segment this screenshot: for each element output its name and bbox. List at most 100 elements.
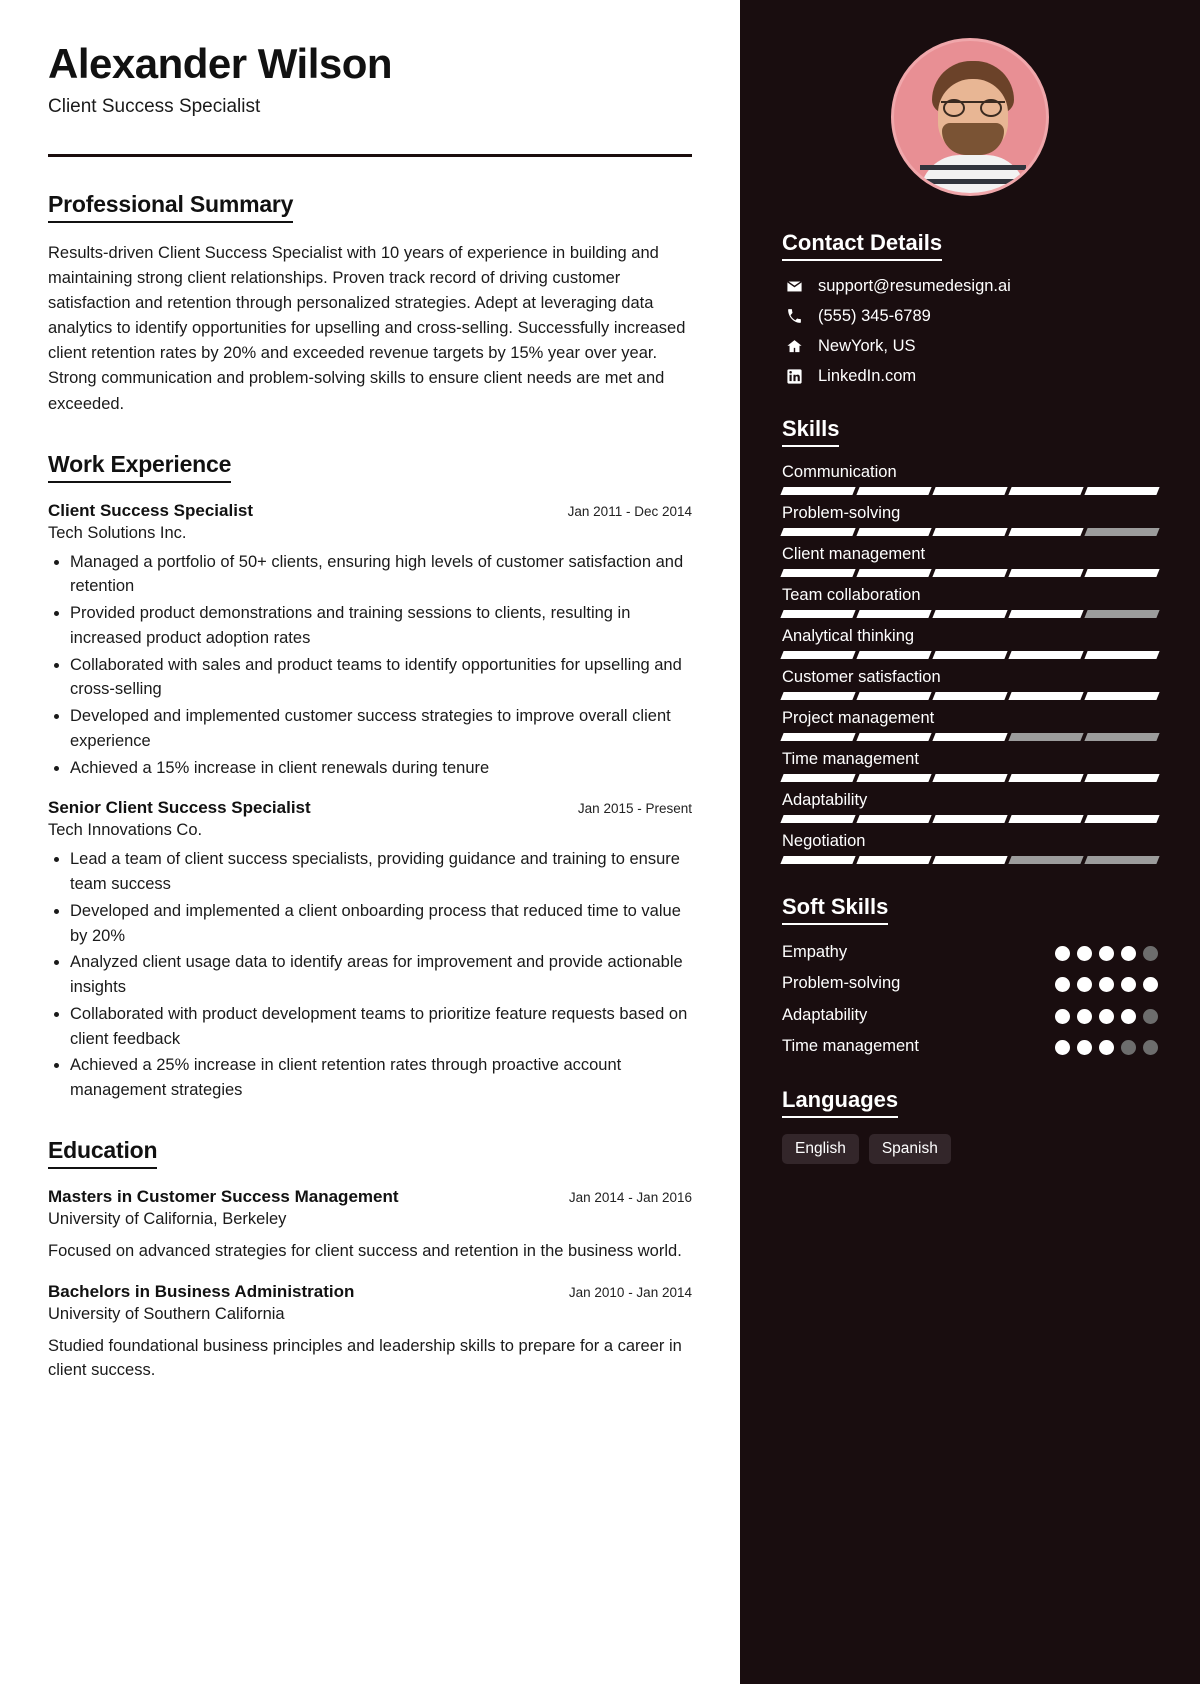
soft-skill-row: Empathy (782, 941, 1158, 963)
contact-item[interactable]: LinkedIn.com (782, 367, 1158, 386)
contact-value: support@resumedesign.ai (818, 277, 1011, 295)
work-company: Tech Innovations Co. (48, 821, 203, 840)
soft-skill-label: Empathy (782, 943, 848, 961)
work-bullet: Achieved a 25% increase in client retent… (70, 1053, 692, 1103)
skill-segment (780, 856, 856, 864)
soft-skill-rating (1055, 972, 1158, 993)
skill-segment (856, 692, 932, 700)
contact-item[interactable]: NewYork, US (782, 337, 1158, 356)
section-soft-skills: Soft Skills Empathy Problem-solving Adap… (782, 894, 1158, 1057)
soft-skill-dot (1055, 1039, 1070, 1055)
contact-item[interactable]: (555) 345-6789 (782, 307, 1158, 326)
skill-row: Project management (780, 709, 1160, 741)
avatar-container (782, 38, 1158, 196)
work-entry-header: Client Success Specialist Jan 2011 - Dec… (48, 501, 692, 521)
skill-segment (856, 569, 932, 577)
main-column: Alexander Wilson Client Success Speciali… (0, 0, 740, 1684)
soft-skill-dot (1055, 977, 1070, 993)
skill-meter (780, 528, 1160, 536)
soft-skill-dot (1077, 1039, 1092, 1055)
skill-segment (1084, 487, 1160, 495)
section-education: Education Masters in Customer Success Ma… (48, 1137, 692, 1383)
skill-meter (780, 610, 1160, 618)
skill-segment (1008, 774, 1084, 782)
skill-row: Problem-solving (780, 504, 1160, 536)
skill-row: Negotiation (780, 832, 1160, 864)
soft-skill-dot (1143, 946, 1158, 961)
soft-skill-dot (1099, 1039, 1114, 1055)
contact-value: (555) 345-6789 (818, 307, 931, 325)
soft-skill-dot (1121, 977, 1136, 993)
skill-label: Problem-solving (782, 504, 901, 522)
skill-row: Analytical thinking (780, 627, 1160, 659)
work-bullet: Analyzed client usage data to identify a… (70, 950, 692, 1000)
education-entry: Bachelors in Business Administration Jan… (48, 1282, 692, 1384)
work-date-range: Jan 2015 - Present (577, 801, 692, 817)
contact-list: support@resumedesign.ai (555) 345-6789 N… (782, 277, 1158, 386)
skill-meter (780, 487, 1160, 495)
education-entry: Masters in Customer Success Management J… (48, 1187, 692, 1264)
skill-meter (780, 815, 1160, 823)
contact-item[interactable]: support@resumedesign.ai (782, 277, 1158, 296)
skill-row: Time management (780, 750, 1160, 782)
skill-row: Communication (780, 463, 1160, 495)
skill-segment (1008, 692, 1084, 700)
work-entry-header: Senior Client Success Specialist Jan 201… (48, 798, 692, 818)
skill-segment (932, 815, 1008, 823)
section-heading-education: Education (48, 1137, 158, 1169)
skill-segment (856, 774, 932, 782)
skill-segment (1084, 774, 1160, 782)
education-entry-header: Masters in Customer Success Management J… (48, 1187, 692, 1207)
skill-segment (780, 651, 856, 659)
education-degree: Bachelors in Business Administration (48, 1281, 355, 1301)
skill-segment (780, 733, 856, 741)
skill-meter (780, 774, 1160, 782)
skill-segment (1084, 856, 1160, 864)
soft-skill-list: Empathy Problem-solving Adaptability Tim… (782, 941, 1158, 1057)
skill-segment (1084, 528, 1160, 536)
skill-segment (1008, 610, 1084, 618)
soft-skill-dot (1055, 1008, 1070, 1024)
skill-segment (932, 774, 1008, 782)
soft-skill-row: Time management (782, 1035, 1158, 1057)
soft-skill-label: Adaptability (782, 1005, 868, 1024)
skill-segment (1008, 815, 1084, 823)
work-date-range: Jan 2011 - Dec 2014 (567, 503, 692, 519)
skill-segment (1084, 651, 1160, 659)
skill-label: Negotiation (782, 832, 866, 850)
skill-segment (1008, 487, 1084, 495)
envelope-icon (782, 278, 806, 295)
skill-segment (780, 815, 856, 823)
avatar-glasses-right (980, 99, 1002, 117)
summary-text: Results-driven Client Success Specialist… (48, 244, 686, 413)
education-date-range: Jan 2010 - Jan 2014 (568, 1284, 692, 1300)
section-heading-soft-skills: Soft Skills (782, 894, 889, 925)
contact-value: LinkedIn.com (818, 367, 917, 385)
soft-skill-dot (1143, 1008, 1158, 1024)
skill-segment (932, 528, 1008, 536)
work-entry: Senior Client Success Specialist Jan 201… (48, 798, 692, 1103)
skill-meter (780, 856, 1160, 864)
avatar-beard (942, 123, 1004, 155)
section-heading-languages: Languages (782, 1087, 899, 1119)
skill-segment (1084, 733, 1160, 741)
skill-segment (932, 569, 1008, 577)
section-heading-summary: Professional Summary (48, 191, 293, 224)
section-languages: Languages English Spanish (782, 1087, 1158, 1165)
skill-segment (1008, 733, 1084, 741)
work-bullet: Managed a portfolio of 50+ clients, ensu… (70, 550, 692, 600)
skill-segment (780, 487, 856, 495)
work-bullet: Achieved a 15% increase in client renewa… (70, 756, 692, 781)
work-role: Client Success Specialist (48, 500, 254, 520)
skill-segment (932, 733, 1008, 741)
work-bullet: Collaborated with product development te… (70, 1002, 692, 1052)
skill-segment (932, 692, 1008, 700)
home-icon (782, 338, 806, 355)
skill-segment (932, 610, 1008, 618)
phone-icon (782, 308, 806, 325)
avatar (891, 38, 1049, 196)
skill-segment (1084, 815, 1160, 823)
skill-row: Client management (780, 545, 1160, 577)
work-bullet-list: Lead a team of client success specialist… (48, 847, 692, 1103)
skill-segment (932, 651, 1008, 659)
